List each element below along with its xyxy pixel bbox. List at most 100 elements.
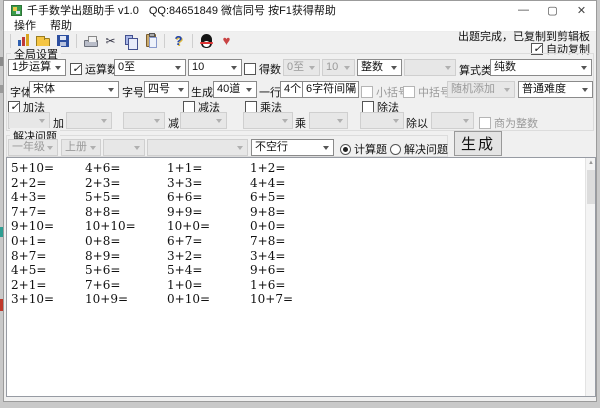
print-icon[interactable] [82,33,99,49]
empty-select [103,139,145,156]
problem-item: 5+5= [85,190,167,205]
font-select[interactable]: 宋体 [29,81,119,98]
operand-checkbox[interactable]: 运算数 [70,61,118,77]
add-left-select [8,112,50,129]
menu-operate[interactable]: 操作 [7,17,43,33]
problem-item: 6+6= [167,190,250,205]
scrollbar-thumb[interactable] [587,170,595,204]
problem-item: 4+4= [250,176,370,191]
toolbar-separator [76,34,77,48]
problem-item: 0+8= [85,234,167,249]
heart-icon[interactable]: ♥ [218,33,235,49]
problem-item: 7+8= [250,234,370,249]
bracket-checkbox[interactable]: 中括号 [403,84,451,100]
solve-radio[interactable]: 解决问题 [390,141,448,157]
generate-button[interactable]: 生成 [454,131,502,156]
result-from-select: 0至 [283,59,320,76]
divide-left-select [360,112,404,129]
problem-item: 9+9= [167,205,250,220]
minimize-icon[interactable]: — [509,1,538,19]
number-type-select[interactable]: 整数 [357,59,402,76]
paren-checkbox[interactable]: 小括号 [361,84,409,100]
problem-item: 4+5= [11,263,85,278]
problem-item: 9+6= [250,263,370,278]
problem-item: 5+6= [85,263,167,278]
multiply-left-select [243,112,293,129]
problem-item: 1+1= [167,161,250,176]
problem-item: 0+0= [250,219,370,234]
solve-radio-label: 解决问题 [404,141,448,157]
multiply-right-select [309,112,348,129]
checkbox-unchecked-icon [479,117,491,129]
toolbar-separator [192,34,193,48]
problems-grid: 5+10=4+6=1+1=1+2=2+2=2+3=3+3=4+4=4+3=5+5… [7,158,595,307]
title-bar: 千手数学出题助手 v1.0 QQ:84651849 微信同号 按F1获得帮助 —… [4,1,596,19]
problem-item: 7+7= [11,205,85,220]
problem-item: 4+6= [85,161,167,176]
blank-line-select[interactable]: 不空行 [251,139,334,156]
count-select[interactable]: 40道 [213,81,257,98]
add-mode-select: 随机添加 [447,81,515,98]
copy-icon[interactable] [122,33,139,49]
toolbar-separator [164,34,165,48]
problem-item: 1+0= [167,278,250,293]
vertical-scrollbar[interactable]: ▲ [585,158,595,396]
per-row-label: 一行 [259,84,281,100]
integer-quotient-label: 商为整数 [494,115,538,131]
problem-item: 10+0= [167,219,250,234]
problem-item: 2+1= [11,278,85,293]
problem-item: 3+3= [167,176,250,191]
checkbox-unchecked-icon [361,86,373,98]
menu-help[interactable]: 帮助 [43,17,79,33]
problem-item: 9+8= [250,205,370,220]
volume-select: 上册 [61,139,101,156]
multiply-op-label: 乘 [295,115,306,131]
subtract-right-select [180,112,227,129]
problem-item: 8+9= [85,249,167,264]
difficulty-select[interactable]: 普通难度 [518,81,593,98]
problem-item: 5+4= [167,263,250,278]
problem-item: 5+10= [11,161,85,176]
size-select[interactable]: 四号 [144,81,189,98]
problems-textarea[interactable]: 5+10=4+6=1+1=1+2=2+2=2+3=3+3=4+4=4+3=5+5… [6,157,596,397]
calc-radio[interactable]: 计算题 [340,141,387,157]
step-select[interactable]: 1步运算 [8,59,66,76]
maximize-icon[interactable]: ▢ [538,1,567,19]
result-label: 得数 [259,61,281,77]
problem-item: 0+10= [167,292,250,307]
calc-radio-label: 计算题 [354,141,387,157]
paste-icon[interactable] [142,33,159,49]
count-label: 生成 [191,84,213,100]
spacing-select[interactable]: 6字符间隔 [302,81,359,98]
problem-item: 3+10= [11,292,85,307]
empty-select [147,139,248,156]
operand-from-select[interactable]: 0至 [114,59,186,76]
problem-item: 3+2= [167,249,250,264]
help-icon[interactable]: ? [170,33,187,49]
size-label: 字号 [122,84,144,100]
problem-item: 7+6= [85,278,167,293]
problem-item: 4+3= [11,190,85,205]
qq-icon[interactable] [198,33,215,49]
problem-item: 2+3= [85,176,167,191]
problem-item: 8+7= [11,249,85,264]
close-icon[interactable]: ✕ [567,1,596,19]
app-icon [11,5,22,16]
checkbox-unchecked-icon [403,86,415,98]
formula-type-select[interactable]: 纯数 [490,59,592,76]
cut-icon[interactable]: ✂ [102,33,119,49]
integer-quotient-checkbox[interactable]: 商为整数 [479,115,538,131]
subtract-op-label: 减 [168,115,179,131]
checkbox-checked-icon [70,63,82,75]
operand-to-select[interactable]: 10 [188,59,242,76]
problem-item: 2+2= [11,176,85,191]
problem-item: 6+7= [167,234,250,249]
problem-item: 10+10= [85,219,167,234]
result-checkbox[interactable]: 得数 [244,61,281,77]
problem-item: 3+4= [250,249,370,264]
problem-item: 0+1= [11,234,85,249]
problem-item: 9+10= [11,219,85,234]
scroll-up-icon[interactable]: ▲ [587,159,595,168]
window-controls: — ▢ ✕ [509,1,596,19]
problem-item: 6+5= [250,190,370,205]
